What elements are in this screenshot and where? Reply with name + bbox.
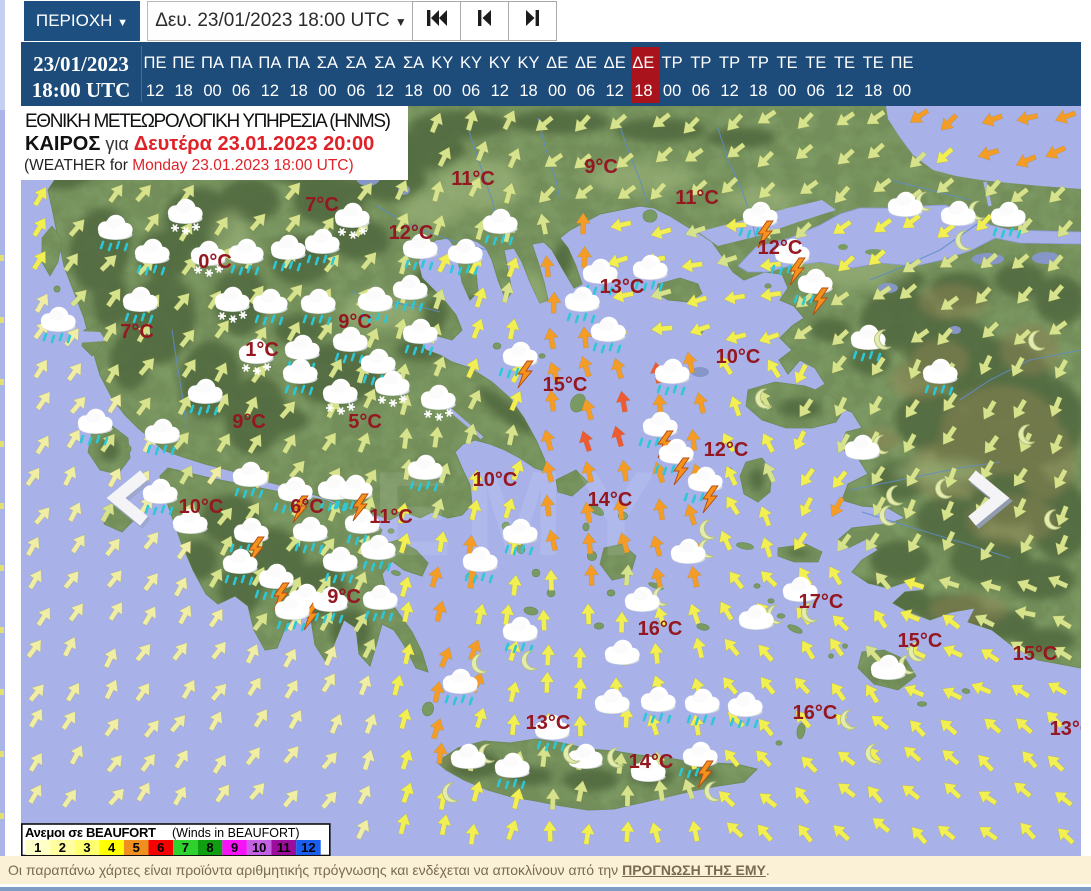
- svg-text:15°C: 15°C: [898, 630, 943, 652]
- svg-text:14°C: 14°C: [588, 489, 633, 511]
- svg-text:10°C: 10°C: [473, 469, 518, 491]
- svg-text:10: 10: [252, 840, 266, 855]
- svg-text:13°C: 13°C: [1050, 718, 1081, 740]
- svg-text:8: 8: [206, 840, 213, 855]
- svg-text:9°C: 9°C: [338, 311, 372, 333]
- svg-text:(Winds in BEAUFORT): (Winds in BEAUFORT): [172, 826, 300, 840]
- svg-text:5: 5: [133, 840, 140, 855]
- svg-text:11°C: 11°C: [369, 506, 413, 528]
- svg-text:7°C: 7°C: [120, 321, 154, 343]
- svg-text:11°C: 11°C: [451, 168, 495, 190]
- svg-text:16°C: 16°C: [793, 702, 838, 724]
- svg-text:13°C: 13°C: [600, 276, 645, 298]
- svg-text:9: 9: [231, 840, 238, 855]
- svg-text:2: 2: [59, 840, 66, 855]
- svg-text:10°C: 10°C: [716, 346, 761, 368]
- svg-text:15°C: 15°C: [543, 374, 588, 396]
- svg-text:9°C: 9°C: [327, 586, 361, 608]
- svg-text:ΕΘΝΙΚΗ ΜΕΤΕΩΡΟΛΟΓΙΚΗ ΥΠΗΡΕΣΙΑ: ΕΘΝΙΚΗ ΜΕΤΕΩΡΟΛΟΓΙΚΗ ΥΠΗΡΕΣΙΑ (HNMS): [25, 111, 391, 132]
- svg-text:12°C: 12°C: [704, 439, 749, 461]
- svg-text:7: 7: [182, 840, 189, 855]
- svg-text:6: 6: [157, 840, 164, 855]
- svg-text:14°C: 14°C: [629, 751, 674, 773]
- svg-text:6°C: 6°C: [290, 496, 324, 518]
- svg-text:13°C: 13°C: [526, 712, 571, 734]
- svg-text:12°C: 12°C: [758, 237, 803, 259]
- svg-text:12°C: 12°C: [389, 222, 434, 244]
- svg-text:ΚΑΙΡΟΣ για Δευτέρα 23.01.2023: ΚΑΙΡΟΣ για Δευτέρα 23.01.2023 20:00: [25, 133, 374, 155]
- svg-text:3: 3: [83, 840, 90, 855]
- svg-text:11: 11: [277, 840, 291, 855]
- svg-text:1°C: 1°C: [245, 339, 279, 361]
- svg-text:7°C: 7°C: [305, 194, 339, 216]
- svg-text:4: 4: [108, 840, 116, 855]
- svg-text:9°C: 9°C: [232, 411, 266, 433]
- svg-text:(WEATHER for Monday 23.01.2023: (WEATHER for Monday 23.01.2023 18:00 UTC…: [24, 157, 354, 174]
- svg-text:9°C: 9°C: [584, 156, 618, 178]
- svg-text:10°C: 10°C: [179, 496, 224, 518]
- svg-text:17°C: 17°C: [799, 591, 844, 613]
- svg-text:1: 1: [34, 840, 41, 855]
- svg-text:Ανεμοι σε BEAUFORT: Ανεμοι σε BEAUFORT: [25, 825, 156, 840]
- svg-text:15°C: 15°C: [1013, 643, 1058, 665]
- svg-text:11°C: 11°C: [675, 187, 719, 209]
- svg-text:16°C: 16°C: [638, 618, 683, 640]
- svg-text:5°C: 5°C: [348, 411, 382, 433]
- svg-text:12: 12: [301, 840, 315, 855]
- svg-text:0°C: 0°C: [198, 251, 232, 273]
